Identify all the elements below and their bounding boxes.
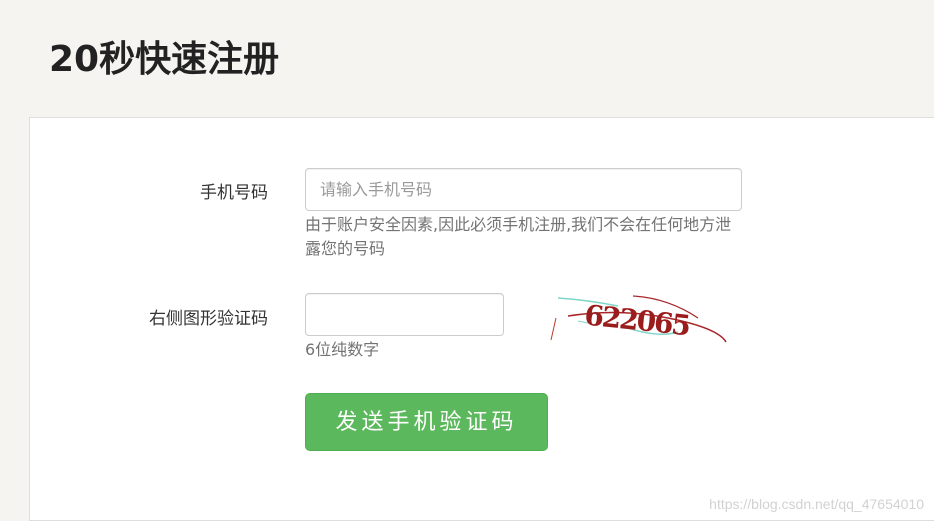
phone-input[interactable] xyxy=(305,168,742,211)
phone-label: 手机号码 xyxy=(200,183,268,203)
send-sms-code-button[interactable]: 发送手机验证码 xyxy=(305,393,548,451)
captcha-help-text: 6位纯数字 xyxy=(305,340,380,359)
captcha-noise-lines: 622065 xyxy=(550,295,727,343)
captcha-input[interactable] xyxy=(305,293,504,336)
page-title: 20秒快速注册 xyxy=(49,39,280,80)
captcha-label: 右侧图形验证码 xyxy=(149,309,268,329)
watermark: https://blog.csdn.net/qq_47654010 xyxy=(709,496,924,512)
captcha-image[interactable]: 622065 xyxy=(548,288,728,348)
phone-help-text: 由于账户安全因素,因此必须手机注册,我们不会在任何地方泄露您的号码 xyxy=(305,215,732,258)
